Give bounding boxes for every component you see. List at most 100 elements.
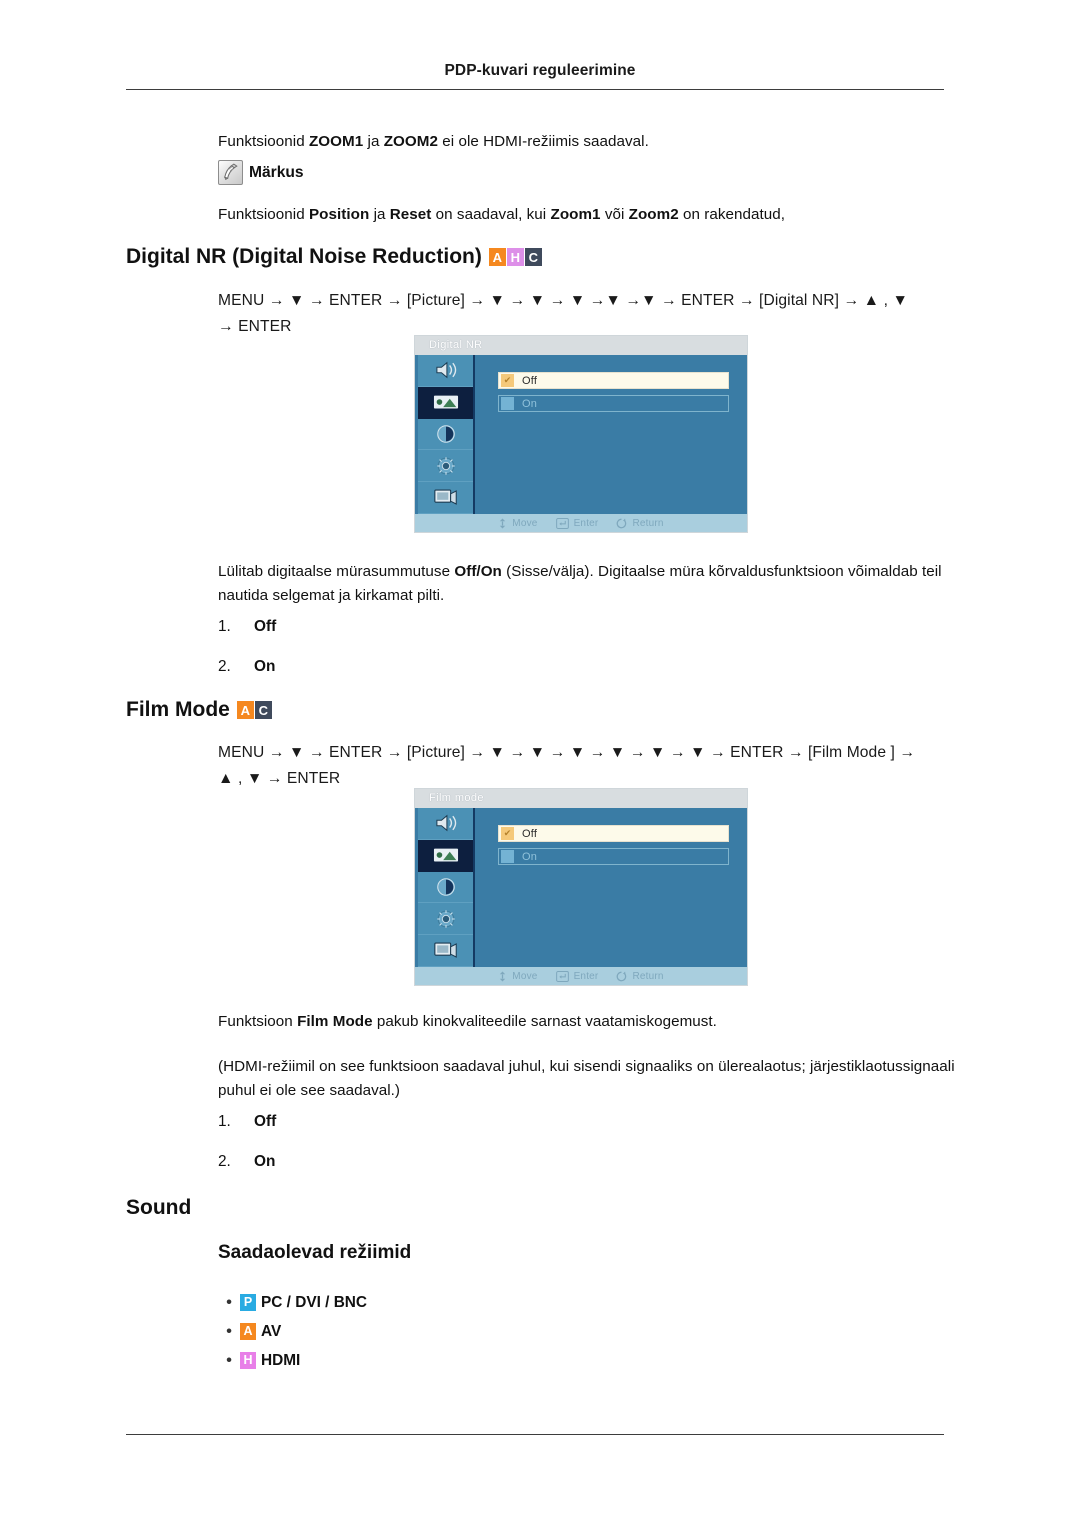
badge-c-icon: C (524, 248, 542, 266)
osd-options-film-mode: ✔ Off On (477, 808, 747, 967)
osd-options-digital-nr: ✔ Off On (477, 355, 747, 514)
note-label-row: Märkus (218, 160, 304, 185)
available-modes-list: • P PC / DVI / BNC • A AV • H HDMI (218, 1288, 367, 1375)
osd-icon-picture[interactable] (418, 386, 473, 419)
osd-option-off[interactable]: ✔ Off (498, 825, 729, 842)
note-intro-prefix: Funktsioonid (218, 133, 309, 150)
badge-a-icon: A (488, 248, 506, 266)
menu-path-film-mode: MENU → ▼ → ENTER → [Picture] → ▼ → ▼ → ▼… (218, 740, 948, 792)
menu-path-film-mode-line1: MENU → ▼ → ENTER → [Picture] → ▼ → ▼ → ▼… (218, 744, 916, 761)
osd-screenshot-digital-nr: Digital NR ✔ Off On Move Enter Return (415, 336, 747, 532)
film-mode-desc1-prefix: Funktsioon (218, 1013, 298, 1030)
list-item-number: 1. (218, 618, 231, 635)
osd-icon-setup[interactable] (418, 903, 473, 936)
osd-hint-return-label: Return (632, 970, 664, 982)
list-item: • H HDMI (218, 1346, 367, 1375)
bullet-icon: • (226, 1293, 232, 1311)
list-item-number: 1. (218, 1113, 231, 1130)
badge-a-icon: A (236, 701, 254, 719)
enter-icon (555, 970, 569, 982)
osd-screenshot-film-mode: Film mode ✔ Off On Move Enter Return (415, 789, 747, 985)
note-pencil-icon (218, 160, 243, 185)
menu-path-digital-nr-line1: MENU → ▼ → ENTER → [Picture] → ▼ → ▼ → ▼… (218, 292, 909, 309)
list-item-label: On (254, 658, 276, 675)
list-item-number: 2. (218, 1153, 231, 1170)
osd-option-on[interactable]: On (498, 395, 729, 412)
badge-p-icon: P (240, 1294, 256, 1311)
note-intro-mid: ja (363, 133, 384, 150)
osd-option-on[interactable]: On (498, 848, 729, 865)
note-body-prefix: Funktsioonid (218, 206, 309, 223)
osd-icon-setup[interactable] (418, 450, 473, 483)
note-intro-paragraph: Funktsioonid ZOOM1 ja ZOOM2 ei ole HDMI-… (218, 130, 958, 154)
subheading-available-modes: Saadaolevad režiimid (218, 1242, 412, 1263)
badge-a-icon: A (240, 1323, 256, 1340)
osd-hint-return: Return (616, 971, 663, 982)
osd-option-off[interactable]: ✔ Off (498, 372, 729, 389)
footer-divider (126, 1434, 944, 1435)
note-body-zoom2: Zoom2 (628, 206, 679, 223)
note-body-mid2: on saadaval, kui (431, 206, 551, 223)
osd-title-film-mode: Film mode (415, 789, 747, 808)
document-page: PDP-kuvari reguleerimine Funktsioonid ZO… (0, 0, 1080, 1527)
list-item-label: Off (254, 618, 277, 635)
note-intro-suffix: ei ole HDMI-režiimis saadaval. (437, 133, 649, 150)
film-mode-desc1-bold: Film Mode (297, 1013, 373, 1030)
osd-icon-multi-control[interactable] (418, 482, 473, 514)
osd-sidebar-film-mode (418, 808, 475, 967)
film-mode-desc1-suffix: pakub kinokvaliteedile sarnast vaatamisk… (372, 1013, 717, 1030)
osd-hint-enter-label: Enter (573, 970, 599, 982)
page-header-title: PDP-kuvari reguleerimine (444, 62, 636, 79)
heading-sound: Sound (126, 1196, 192, 1219)
checkbox-checked-icon: ✔ (501, 374, 514, 387)
checkbox-checked-icon: ✔ (501, 827, 514, 840)
return-icon (617, 518, 627, 528)
osd-hint-move-label: Move (512, 517, 538, 529)
osd-icon-picture[interactable] (418, 839, 473, 872)
list-item-label: HDMI (261, 1351, 301, 1369)
osd-sidebar-digital-nr (418, 355, 475, 514)
note-label: Märkus (249, 163, 304, 181)
list-item: • A AV (218, 1317, 367, 1346)
osd-icon-input[interactable] (418, 808, 473, 840)
osd-hint-move-label: Move (512, 970, 538, 982)
heading-film-mode-badges: A C (236, 701, 272, 719)
checkbox-unchecked-icon (501, 397, 514, 410)
heading-digital-nr: Digital NR (Digital Noise Reduction) A H… (126, 245, 542, 269)
osd-icon-input[interactable] (418, 355, 473, 387)
osd-hint-enter-label: Enter (573, 517, 599, 529)
note-body-position: Position (308, 206, 370, 223)
osd-body-digital-nr: ✔ Off On (415, 355, 747, 514)
osd-hint-return: Return (616, 518, 663, 529)
menu-path-digital-nr: MENU → ▼ → ENTER → [Picture] → ▼ → ▼ → ▼… (218, 288, 948, 340)
osd-body-film-mode: ✔ Off On (415, 808, 747, 967)
osd-option-on-label: On (522, 397, 538, 410)
note-body-suffix: on rakendatud, (678, 206, 786, 223)
osd-footer-digital-nr: Move Enter Return (415, 514, 747, 532)
osd-option-off-label: Off (522, 374, 538, 387)
osd-hint-enter: Enter (555, 517, 599, 529)
osd-option-on-label: On (522, 850, 538, 863)
osd-hint-enter: Enter (555, 970, 599, 982)
note-body-zoom1: Zoom1 (550, 206, 601, 223)
header-divider (126, 89, 944, 90)
osd-icon-multi-control[interactable] (418, 935, 473, 967)
osd-hint-move: Move (498, 518, 537, 529)
note-body-mid1: ja (369, 206, 390, 223)
heading-film-mode-text: Film Mode (126, 698, 230, 721)
return-icon (617, 971, 627, 981)
list-item-number: 2. (218, 658, 231, 675)
bullet-icon: • (226, 1351, 232, 1369)
list-item-label: Off (254, 1113, 277, 1130)
list-item-label: AV (261, 1322, 282, 1340)
enter-icon (555, 517, 569, 529)
note-body-mid3: või (600, 206, 629, 223)
digital-nr-description: Lülitab digitaalse mürasummutuse Off/On … (218, 560, 958, 608)
osd-icon-sound[interactable] (418, 419, 473, 451)
osd-icon-sound[interactable] (418, 872, 473, 904)
heading-digital-nr-text: Digital NR (Digital Noise Reduction) (126, 245, 482, 268)
osd-hint-return-label: Return (632, 517, 664, 529)
osd-hint-move: Move (498, 971, 537, 982)
digital-nr-desc-prefix: Lülitab digitaalse mürasummutuse (218, 563, 455, 580)
heading-film-mode: Film Mode A C (126, 698, 272, 722)
